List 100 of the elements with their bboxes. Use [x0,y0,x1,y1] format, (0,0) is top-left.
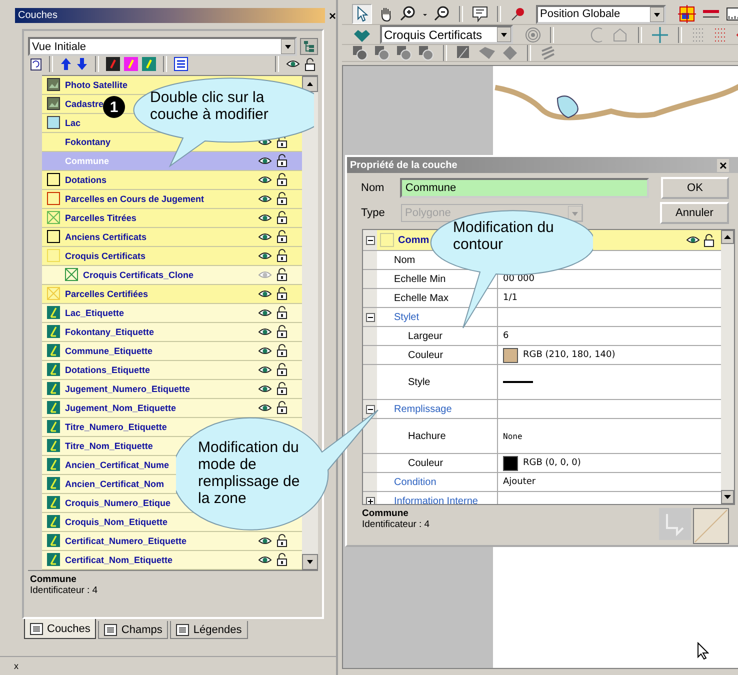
zoom-out-icon[interactable] [434,6,450,22]
dropdown-arrow-icon[interactable] [650,6,664,22]
eye-icon[interactable] [258,536,272,546]
close-mark[interactable]: x [14,661,18,671]
refresh-icon[interactable] [30,57,42,72]
layer-row[interactable]: Commune_Etiquette [42,342,302,361]
lock-icon[interactable] [276,363,288,376]
dropdown-arrow-icon[interactable] [281,39,296,54]
lock-icon[interactable] [276,401,288,414]
lock-icon[interactable] [276,135,288,148]
map-grid-icon[interactable] [678,5,696,23]
cancel-button[interactable]: Annuler [660,202,729,224]
eye-icon[interactable] [258,384,272,394]
scroll-down-icon[interactable] [302,554,318,570]
eye-icon[interactable] [258,364,272,375]
label-icon[interactable] [106,57,120,72]
eye-icon[interactable] [258,308,272,318]
lock-icon[interactable] [276,268,288,282]
collapse-toggle-icon[interactable] [366,404,374,414]
label-icon [47,553,60,566]
lock-icon[interactable] [276,553,288,566]
lock-icon[interactable] [276,534,288,548]
layer-row[interactable]: Parcelles Titrées [42,208,302,228]
position-combo[interactable]: Position Globale [536,4,666,24]
lock-icon[interactable] [304,58,316,71]
layer-row[interactable]: Anciens Certificats [42,228,302,247]
layer-name: Anciens Certificats [65,232,147,242]
layer-name: Lac [65,118,81,128]
layer-row[interactable]: Jugement_Nom_Etiquette [42,398,302,418]
panel-tab[interactable]: Champs [98,621,168,639]
lock-icon[interactable] [276,173,288,186]
layer-name: Jugement_Numero_Etiquette [65,384,190,394]
list-icon[interactable] [174,57,188,72]
tree-view-icon[interactable] [300,38,318,55]
layer-row[interactable]: Lac_Etiquette [42,304,302,323]
eye-icon[interactable] [258,232,272,242]
layer-row[interactable]: Dotations [42,170,302,190]
scroll-down-icon[interactable] [721,490,734,504]
close-button[interactable]: × [329,10,336,22]
layer-name: Commune [65,156,110,166]
lock-icon[interactable] [276,287,288,300]
layer-name: Commune_Etiquette [65,346,153,356]
name-field[interactable]: Commune [400,178,649,198]
eye-icon[interactable] [258,326,272,337]
layer-row[interactable]: Certificat_Numero_Etiquette [42,532,302,551]
lock-icon[interactable] [276,325,288,338]
property-value: RGB (0, 0, 0) [523,458,581,468]
eye-icon[interactable] [258,250,272,261]
arrow-up-icon[interactable] [60,57,72,72]
eye-icon[interactable] [258,554,272,565]
pin-icon[interactable] [510,6,526,22]
eye-icon[interactable] [686,235,700,245]
lock-icon[interactable] [276,192,288,206]
scroll-up-icon[interactable] [721,230,734,244]
scrollbar[interactable] [721,230,734,504]
lock-icon[interactable] [276,154,288,168]
dropdown-arrow-icon[interactable] [497,27,512,42]
collapse-toggle-icon[interactable] [366,496,374,504]
eye-icon[interactable] [258,346,272,356]
eye-icon[interactable] [258,288,272,299]
layer-row[interactable]: Certificat_Nom_Etiquette [42,550,302,570]
layer-row[interactable]: Croquis Certificats [42,246,302,266]
panel-tab[interactable]: Légendes [170,621,248,639]
lock-icon[interactable] [276,382,288,396]
layer-row[interactable]: Parcelles Certifiées [42,284,302,304]
shape-tool-icon[interactable] [418,45,434,61]
layer-row[interactable]: Jugement_Numero_Etiquette [42,380,302,399]
lock-icon[interactable] [276,344,288,358]
view-combo[interactable]: Vue Initiale [28,37,298,56]
eye-icon[interactable] [258,156,272,166]
lock-icon[interactable] [703,234,715,246]
lock-icon[interactable] [276,230,288,244]
eye-icon[interactable] [258,194,272,204]
zoom-in-icon[interactable] [400,6,416,22]
eye-icon[interactable] [258,174,272,185]
eye-icon[interactable] [258,212,272,223]
layer-row[interactable]: Fokontany_Etiquette [42,322,302,342]
lock-icon[interactable] [276,306,288,320]
lock-icon[interactable] [276,211,288,224]
scroll-up-icon[interactable] [302,76,318,92]
arrow-down-icon[interactable] [76,57,88,72]
layer-row[interactable]: Croquis Certificats_Clone [42,266,302,285]
eye-icon[interactable] [258,402,272,413]
layer-row[interactable]: Parcelles en Cours de Jugement [42,190,302,209]
layer-id-text: Identificateur : 4 [30,584,99,596]
eye-icon[interactable] [286,59,300,70]
panel-tab[interactable]: Couches [24,619,96,639]
ok-button[interactable]: OK [660,177,729,199]
comment-icon[interactable] [472,6,488,22]
shape-tool-icon[interactable] [352,45,368,61]
collapse-toggle-icon[interactable] [366,236,374,244]
layer-row[interactable]: Dotations_Etiquette [42,360,302,380]
layer-combo[interactable]: Croquis Certificats [380,25,514,44]
shape-tool-icon[interactable] [396,45,412,61]
layer-name: Ancien_Certificat_Nom [65,478,164,489]
close-button[interactable]: × [717,158,729,172]
collapse-toggle-icon[interactable] [366,312,374,322]
ruler-icon[interactable] [726,6,738,22]
lock-icon[interactable] [276,249,288,262]
shape-tool-icon[interactable] [374,45,390,61]
